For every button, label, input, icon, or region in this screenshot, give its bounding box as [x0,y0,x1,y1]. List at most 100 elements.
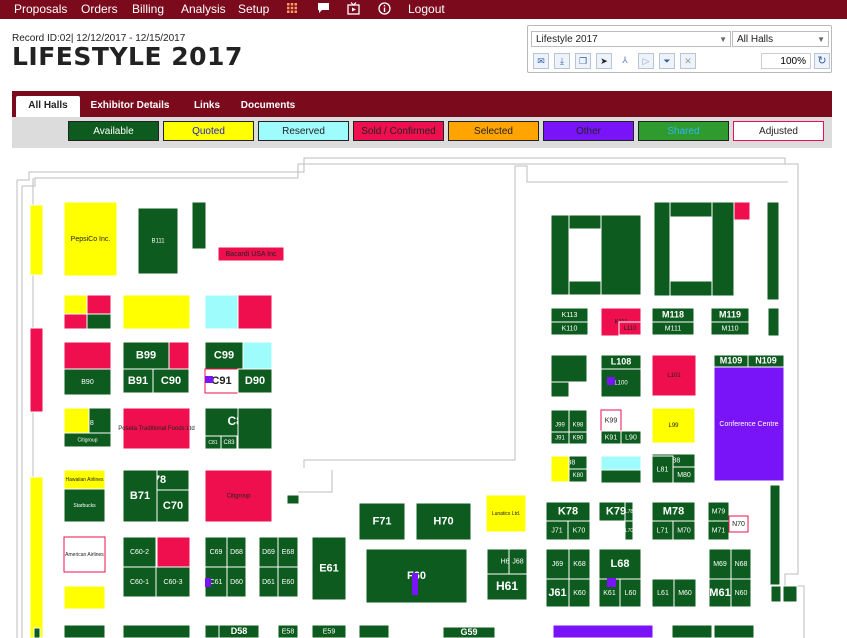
booth-label-c60-3: C60-3 [163,579,182,586]
email-icon[interactable]: ✉ [533,53,549,69]
booth-label-d58: D58 [231,626,248,636]
booth-unlabeled[interactable] [770,585,782,603]
booth-unlabeled[interactable] [669,201,713,218]
nav-logout[interactable]: Logout [408,2,445,16]
booth-label-conference: Conference Centre [719,421,778,428]
nav-proposals[interactable]: Proposals [14,2,67,16]
booth-unlabeled[interactable] [766,201,780,301]
booth-unlabeled[interactable] [237,294,273,330]
booth-unlabeled[interactable] [671,624,713,638]
booth-unlabeled[interactable] [33,627,41,638]
booth-label-e60: E60 [282,579,295,586]
booth-unlabeled[interactable] [242,341,273,370]
legend-sold-confirmed: Sold / Confirmed [353,121,444,141]
booth-unlabeled[interactable] [191,201,207,250]
booth-unlabeled[interactable] [237,407,273,450]
booth-unlabeled[interactable] [168,341,190,370]
booth-label-pepsico: PepsiCo Inc. [71,236,111,243]
download-icon[interactable]: ⤓ [554,53,570,69]
booth-unlabeled[interactable] [769,484,781,586]
top-nav: Proposals Orders Billing Analysis Setup … [0,0,847,19]
booth-unlabeled[interactable] [156,536,191,568]
nav-billing[interactable]: Billing [132,2,164,16]
page-title: LIFESTYLE 2017 [12,42,243,71]
booth-unlabeled[interactable] [568,381,588,398]
booth-unlabeled[interactable] [63,585,106,610]
hall-select[interactable]: All Halls ▼ [732,31,829,47]
tab-links[interactable]: Links [188,96,226,117]
legend-adjusted: Adjusted [733,121,824,141]
booth-label-l110: L110 [624,326,638,332]
booth-label-c91: C91 [211,375,231,387]
booth-unlabeled[interactable] [669,280,713,297]
chat-icon[interactable] [316,2,330,16]
tab-exhibitor-details[interactable]: Exhibitor Details [86,96,174,117]
merge-icon[interactable]: ▷ [638,53,654,69]
tab-all-halls[interactable]: All Halls [16,96,80,117]
booth-label-l81: L81 [657,466,669,473]
booth-unlabeled[interactable] [63,294,88,315]
booth-label-k68: K68 [573,561,586,568]
booth-unlabeled[interactable] [63,313,88,330]
booth-unlabeled[interactable] [29,327,44,413]
booth-unlabeled[interactable] [550,455,570,483]
booth-label-l78: L78 [625,509,634,515]
booth-unlabeled[interactable] [29,204,44,276]
nav-setup[interactable]: Setup [238,2,269,16]
nav-orders[interactable]: Orders [81,2,118,16]
booth-label-m110: M110 [722,325,739,332]
other-marker [412,573,418,595]
media-icon[interactable] [346,2,360,16]
floor-plan[interactable]: PepsiCo Inc.Bacardi USA IncC118B111B99B9… [12,150,847,638]
booth-label-l71: L71 [657,527,669,534]
booth-unlabeled[interactable] [204,624,220,638]
booth-unlabeled[interactable] [711,201,735,297]
booth-label-d68: D68 [230,549,243,556]
booth-unlabeled[interactable] [204,294,239,330]
booth-label-e59: E59 [323,628,336,635]
booth-unlabeled[interactable] [122,624,191,638]
legend-quoted: Quoted [163,121,254,141]
booth-unlabeled[interactable] [86,313,112,330]
booth-unlabeled[interactable] [767,307,780,337]
refresh-icon[interactable]: ↻ [814,53,830,69]
booth-unlabeled[interactable] [122,294,191,330]
booth-unlabeled[interactable] [86,294,112,315]
booth-unlabeled[interactable] [713,624,755,638]
booth-unlabeled[interactable] [653,201,671,297]
tab-documents[interactable]: Documents [236,96,300,117]
booth-label-e58: E58 [282,628,295,635]
clear-filter-icon[interactable]: ✕ [680,53,696,69]
pointer-add-icon[interactable]: ➤ [596,53,612,69]
booth-unlabeled[interactable] [782,585,798,603]
booth-unlabeled[interactable] [733,201,751,221]
booth-unlabeled[interactable] [550,381,570,398]
booth-unlabeled[interactable] [286,494,300,505]
booth-unlabeled[interactable] [600,455,642,471]
zoom-level[interactable]: 100% [761,53,811,69]
booth-unlabeled[interactable] [358,624,390,638]
booth-label-g59: G59 [460,627,477,637]
booth-label-m119: M119 [719,309,741,319]
booth-label-l100: L100 [614,381,628,387]
booth-unlabeled[interactable] [550,214,570,296]
info-icon[interactable] [377,2,391,16]
booth-unlabeled[interactable] [29,476,44,638]
split-icon[interactable]: ⅄ [617,53,633,69]
booth-unlabeled[interactable] [600,214,642,296]
booth-label-k79: K79 [606,505,626,517]
booth-unlabeled[interactable] [63,407,90,434]
booth-unlabeled[interactable] [550,354,588,383]
booth-unlabeled[interactable] [600,469,642,484]
event-select[interactable]: Lifestyle 2017 ▼ [531,31,731,47]
booth-unlabeled[interactable] [63,624,106,638]
filter-icon[interactable]: ⏷ [659,53,675,69]
copy-icon[interactable]: ❐ [575,53,591,69]
nav-analysis[interactable]: Analysis [181,2,226,16]
booth-unlabeled[interactable] [552,624,654,638]
grid-icon[interactable] [285,2,299,16]
booth-unlabeled[interactable] [63,341,112,370]
chevron-down-icon: ▼ [719,35,727,44]
booth-label-k99: K99 [605,417,618,424]
booth-label-j91: J91 [555,436,565,442]
